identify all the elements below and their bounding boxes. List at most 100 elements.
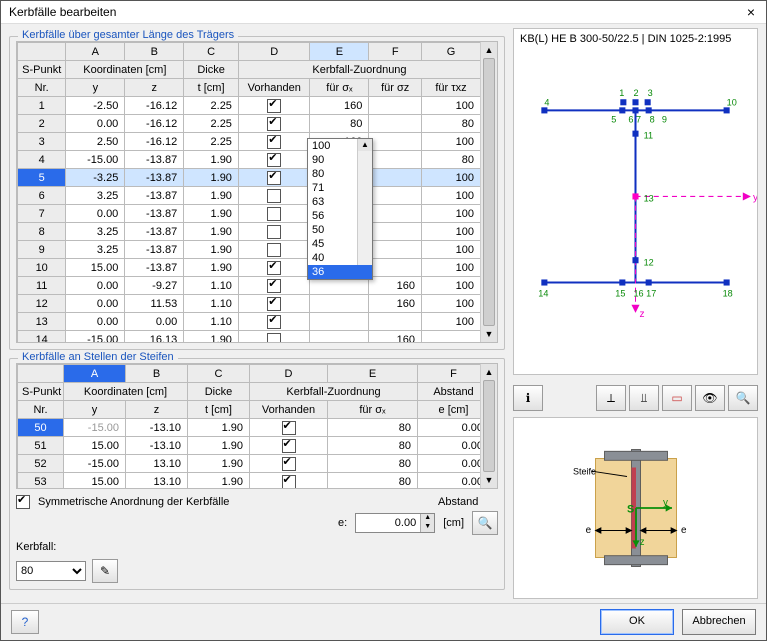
head2-sx: für σₓ <box>328 401 418 419</box>
view-section-button[interactable]: ⟂ <box>596 385 626 411</box>
svg-text:2: 2 <box>633 88 638 98</box>
col2-E[interactable]: E <box>328 365 418 383</box>
vorhanden-checkbox[interactable] <box>267 315 281 329</box>
view-detail-button[interactable]: ▭ <box>662 385 692 411</box>
table-row[interactable]: 52-15.0013.101.90800.00 <box>18 455 482 473</box>
table-row[interactable]: 5315.0013.101.90800.00 <box>18 473 482 490</box>
head2-ab: Abstand <box>418 383 482 401</box>
vorhanden-checkbox[interactable] <box>282 439 296 453</box>
head2-nr: Nr. <box>18 401 64 419</box>
vorhanden-checkbox[interactable] <box>267 189 281 203</box>
table-row[interactable]: 32.50-16.122.25160100 <box>18 133 481 151</box>
abstand-input[interactable] <box>356 516 420 530</box>
diagram-s-label: S <box>627 504 634 516</box>
symmetrisch-label: Symmetrische Anordnung der Kerbfälle <box>38 496 229 508</box>
svg-text:11: 11 <box>644 131 653 141</box>
table-row[interactable]: 14-15.0016.131.90160 <box>18 331 481 343</box>
abstand-label: Abstand <box>438 496 498 508</box>
col2-C[interactable]: C <box>188 365 250 383</box>
info-button[interactable]: ℹ <box>513 385 543 411</box>
symmetrisch-checkbox[interactable] <box>16 495 30 509</box>
svg-text:6 7: 6 7 <box>628 115 641 125</box>
table-row[interactable]: 5115.00-13.101.90800.00 <box>18 437 482 455</box>
head2-dicke: Dicke <box>188 383 250 401</box>
view-search-button[interactable]: 🔍 <box>728 385 758 411</box>
head-dicke: Dicke <box>184 61 239 79</box>
col-G[interactable]: G <box>422 43 481 61</box>
table1-vscroll[interactable]: ▲▼ <box>480 42 497 342</box>
table-row[interactable]: 93.25-13.871.90100 <box>18 241 481 259</box>
table-row[interactable]: 1015.00-13.871.90100 <box>18 259 481 277</box>
vorhanden-checkbox[interactable] <box>267 225 281 239</box>
svg-text:10: 10 <box>727 97 737 107</box>
help-button[interactable]: ? <box>11 610 39 634</box>
table-row[interactable]: 110.00-9.271.10160100 <box>18 277 481 295</box>
table-row[interactable]: 120.0011.531.10160100 <box>18 295 481 313</box>
table-row[interactable]: 5-3.25-13.871.90160▾…100 <box>18 169 481 187</box>
diagram-e1-label: e <box>585 525 591 536</box>
svg-text:13: 13 <box>644 193 654 203</box>
kerbfall-select[interactable]: 80 <box>16 561 86 581</box>
group2-title: Kerbfälle an Stellen der Steifen <box>18 351 178 363</box>
dropdown-option[interactable]: 36 <box>308 265 372 279</box>
vorhanden-checkbox[interactable] <box>267 333 281 343</box>
col-D[interactable]: D <box>238 43 310 61</box>
close-icon[interactable]: × <box>736 1 766 23</box>
vorhanden-checkbox[interactable] <box>282 475 296 489</box>
vorhanden-checkbox[interactable] <box>267 243 281 257</box>
col-E[interactable]: E <box>310 43 369 61</box>
group1-title: Kerbfälle über gesamter Länge des Träger… <box>18 29 238 41</box>
col-B[interactable]: B <box>125 43 184 61</box>
vorhanden-checkbox[interactable] <box>267 207 281 221</box>
col2-F[interactable]: F <box>418 365 482 383</box>
svg-text:16 17: 16 17 <box>633 289 656 299</box>
vorhanden-checkbox[interactable] <box>282 421 296 435</box>
abstand-spinner[interactable]: ▲▼ <box>355 513 435 533</box>
diagram-e2-label: e <box>681 525 687 536</box>
pick-abstand-button[interactable]: 🔍 <box>472 511 498 535</box>
view-eye-button[interactable]: 👁 <box>695 385 725 411</box>
vorhanden-checkbox[interactable] <box>282 457 296 471</box>
table-row[interactable]: 20.00-16.122.258080 <box>18 115 481 133</box>
table-traeger[interactable]: A B C D E F G S-Punkt Koordinaten [cm] D… <box>17 42 481 342</box>
head2-e: e [cm] <box>418 401 482 419</box>
vorhanden-checkbox[interactable] <box>267 117 281 131</box>
head2-spunkt: S-Punkt <box>18 383 64 401</box>
vorhanden-checkbox[interactable] <box>267 99 281 113</box>
diagram-z-label: z <box>639 537 644 548</box>
table-row[interactable]: 130.000.001.10100 <box>18 313 481 331</box>
vorhanden-checkbox[interactable] <box>267 153 281 167</box>
col2-B[interactable]: B <box>126 365 188 383</box>
table-row[interactable]: 70.00-13.871.90100 <box>18 205 481 223</box>
vorhanden-checkbox[interactable] <box>267 171 281 185</box>
head2-t: t [cm] <box>188 401 250 419</box>
view-beam1-button[interactable]: ⫫ <box>629 385 659 411</box>
vorhanden-checkbox[interactable] <box>267 135 281 149</box>
ok-button[interactable]: OK <box>600 609 674 635</box>
vorhanden-checkbox[interactable] <box>267 279 281 293</box>
table-row[interactable]: 4-15.00-13.871.908080 <box>18 151 481 169</box>
svg-text:3: 3 <box>648 88 653 98</box>
table-row[interactable]: 63.25-13.871.90100 <box>18 187 481 205</box>
table-row[interactable]: 83.25-13.871.90100 <box>18 223 481 241</box>
table-row[interactable]: 50-15.00-13.101.90800.00 <box>18 419 482 437</box>
head2-z: z <box>126 401 188 419</box>
vorhanden-checkbox[interactable] <box>267 261 281 275</box>
sigma-x-dropdown-list[interactable]: ▲▼ 100908071635650454036 <box>307 138 373 280</box>
cancel-button[interactable]: Abbrechen <box>682 609 756 635</box>
table2-vscroll[interactable]: ▲▼ <box>480 364 497 488</box>
table-row[interactable]: 1-2.50-16.122.25160100 <box>18 97 481 115</box>
head-txz: für τxz <box>422 79 481 97</box>
col2-A[interactable]: A <box>64 365 126 383</box>
head2-kz: Kerbfall-Zuordnung <box>250 383 418 401</box>
pick-kerbfall-button[interactable]: ✎ <box>92 559 118 583</box>
vorhanden-checkbox[interactable] <box>267 297 281 311</box>
head-sx: für σₓ <box>310 79 369 97</box>
col-A[interactable]: A <box>66 43 125 61</box>
e-label: e: <box>338 517 347 529</box>
col-C[interactable]: C <box>184 43 239 61</box>
table-steifen[interactable]: A B C D E F S-Punkt Koordinaten [cm] Dic… <box>17 364 481 489</box>
kerbfall-label: Kerbfall: <box>16 541 56 553</box>
col2-D[interactable]: D <box>250 365 328 383</box>
col-F[interactable]: F <box>369 43 422 61</box>
